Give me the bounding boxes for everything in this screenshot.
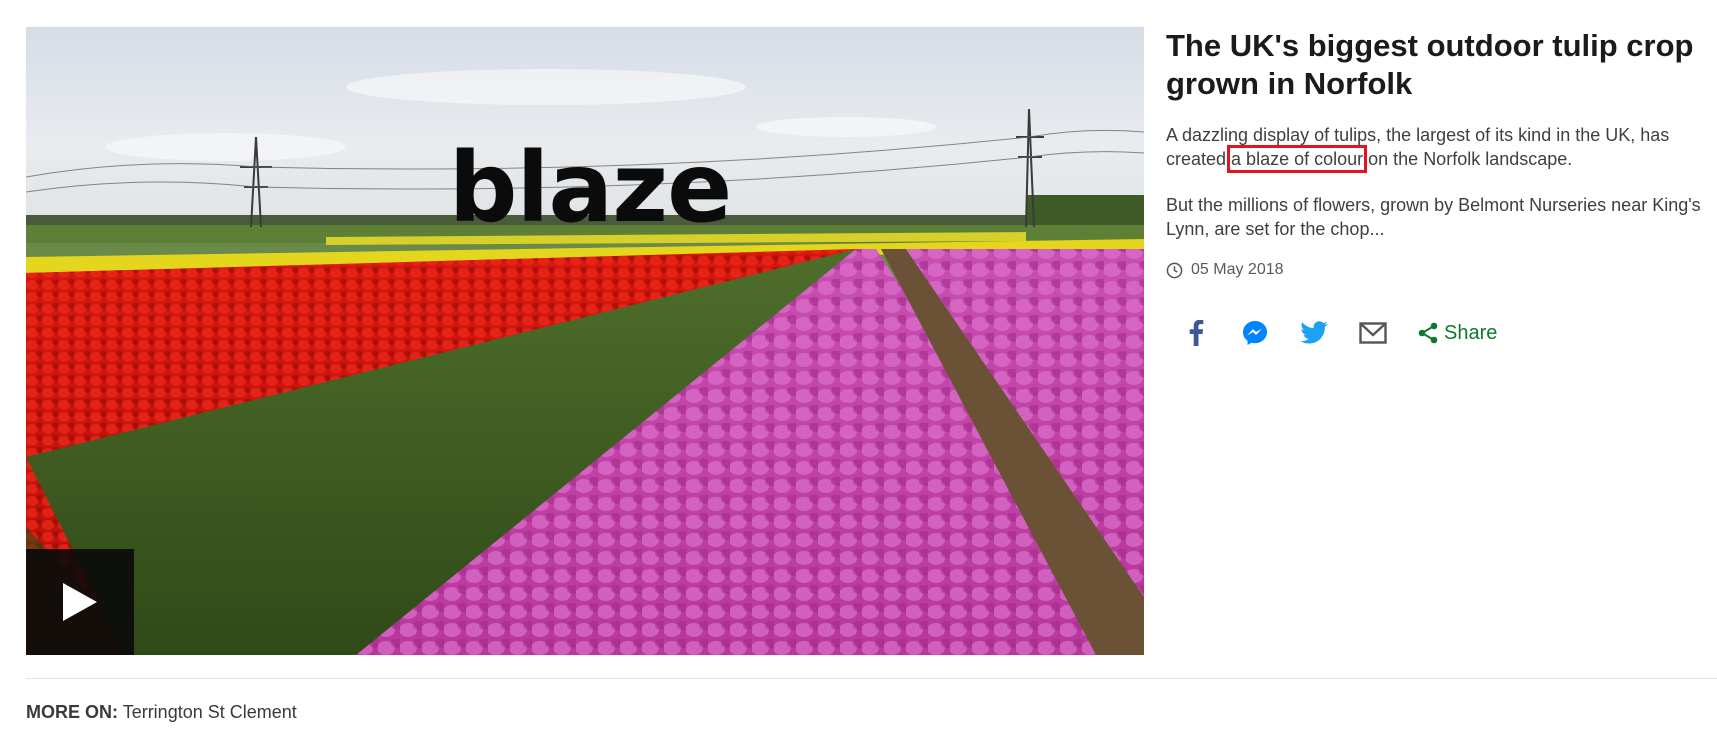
facebook-icon — [1189, 320, 1204, 346]
share-icon — [1418, 322, 1438, 344]
messenger-share-button[interactable] — [1241, 319, 1269, 347]
email-icon — [1359, 322, 1387, 344]
summary-paragraph-2: But the millions of flowers, grown by Be… — [1166, 195, 1701, 239]
published-date: 05 May 2018 — [1166, 261, 1706, 279]
divider — [26, 678, 1717, 679]
date-text: 05 May 2018 — [1191, 261, 1284, 278]
video-thumbnail[interactable]: blaze — [26, 27, 1144, 655]
summary-paragraph-1: A dazzling display of tulips, the larges… — [1166, 123, 1706, 173]
share-label: Share — [1444, 321, 1498, 344]
highlighted-phrase: a blaze of colour — [1227, 145, 1368, 173]
share-button[interactable]: Share — [1418, 322, 1497, 345]
twitter-share-button[interactable] — [1300, 319, 1328, 347]
more-on-topic-link[interactable]: Terrington St Clement — [123, 702, 297, 722]
page: blaze The UK's biggest outdoor tulip cro… — [0, 0, 1717, 739]
article-summary: The UK's biggest outdoor tulip crop grow… — [1166, 27, 1706, 349]
tulip-field-image — [26, 27, 1144, 655]
play-button[interactable] — [26, 549, 134, 655]
email-share-button[interactable] — [1359, 319, 1387, 347]
summary-text: on the Norfolk landscape. — [1363, 149, 1573, 169]
messenger-icon — [1243, 321, 1267, 345]
more-on-label: MORE ON: — [26, 702, 118, 722]
share-tools: Share — [1166, 317, 1706, 349]
clock-icon — [1166, 262, 1183, 278]
twitter-icon — [1300, 321, 1328, 344]
article-headline[interactable]: The UK's biggest outdoor tulip crop grow… — [1166, 27, 1706, 103]
facebook-share-button[interactable] — [1182, 319, 1210, 347]
play-icon — [63, 583, 97, 621]
more-on-row: MORE ON: Terrington St Clement — [26, 702, 297, 723]
overlay-word: blaze — [448, 132, 732, 244]
